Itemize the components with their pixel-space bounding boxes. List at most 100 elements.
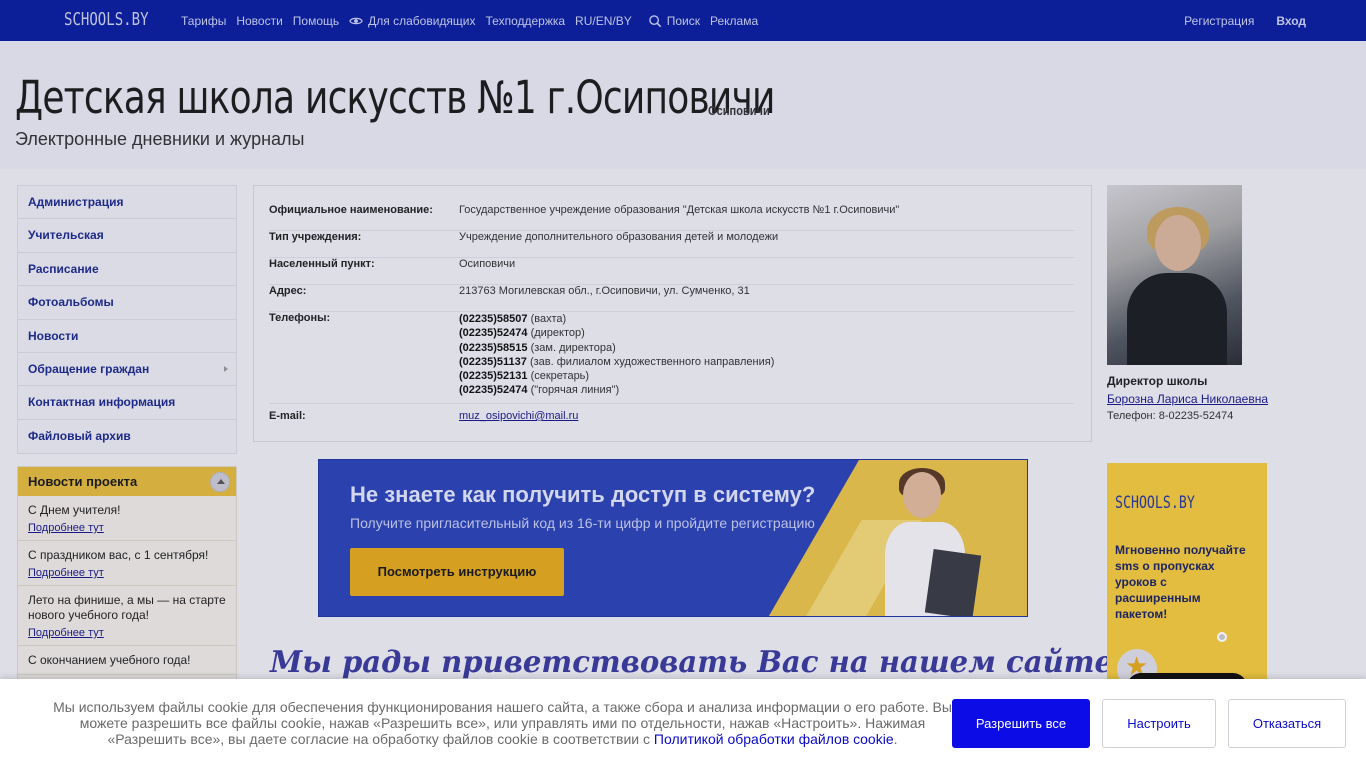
info-label: E-mail: [269,410,306,422]
director-photo [1107,185,1242,365]
nav-search-label: Поиск [666,13,700,28]
sidebar-item-citizen-appeals[interactable]: Обращение граждан [18,353,236,387]
login-link[interactable]: Вход [1276,14,1306,28]
welcome-heading: Мы рады приветствовать Вас на нашем сайт… [270,645,1126,680]
cookie-text-end: . [893,731,898,747]
sidebar-item-news[interactable]: Новости [18,320,236,353]
phone-note: (директор) [527,327,585,340]
nav-language[interactable]: RU/EN/BY [575,14,632,28]
school-header: Детская школа искусств №1 г.Осиповичи Ос… [0,41,1366,169]
top-nav: Тарифы Новости Помощь Для слабовидящих Т… [181,0,768,41]
news-item-title: С Днем учителя! [28,503,121,517]
info-label: Населенный пункт: [269,258,375,270]
nav-support[interactable]: Техподдержка [486,14,566,28]
news-item: Лето на финише, а мы — на старте нового … [18,586,236,646]
phone-entry: (02235)52474 ("горячая линия") [459,383,774,397]
news-more-link[interactable]: Подробнее тут [28,567,226,579]
decline-button[interactable]: Отказаться [1228,699,1346,748]
ad-logo: SCHOOLS.BY [1115,493,1195,513]
sms-ad-banner[interactable]: SCHOOLS.BY Мгновенно получайте sms о про… [1107,463,1267,693]
cookie-text: Мы используем файлы cookie для обеспечен… [50,699,955,747]
sidebar-item-label: Обращение граждан [28,361,150,376]
info-row-locality: Населенный пункт: Осиповичи [269,258,1074,285]
info-value: 213763 Могилевская обл., г.Осиповичи, ул… [459,285,750,297]
nav-ads[interactable]: Реклама [710,14,758,28]
director-name-link[interactable]: Борозна Лариса Николаевна [1107,392,1307,406]
phone-note: (зав. филиалом художественного направлен… [526,355,775,368]
allow-all-button[interactable]: Разрешить все [952,699,1090,748]
news-widget-title: Новости проекта [28,474,138,489]
info-row-phones: Телефоны: (02235)58507 (вахта) (02235)52… [269,312,1074,404]
auth-links: Регистрация Вход [1162,0,1306,41]
collapse-toggle-icon[interactable] [210,472,230,492]
news-item-title: С праздником вас, с 1 сентября! [28,548,209,562]
phone-entry: (02235)58507 (вахта) [459,312,774,326]
phone-note: (секретарь) [527,370,590,383]
cookie-policy-link[interactable]: Политикой обработки файлов cookie [654,731,894,747]
nav-accessibility-label: Для слабовидящих [368,13,476,28]
phone-note: ("горячая линия") [527,384,620,397]
info-row-type: Тип учреждения: Учреждение дополнительно… [269,231,1074,258]
ad-text: Мгновенно получайте sms о пропусках урок… [1115,543,1246,621]
info-value: Учреждение дополнительного образования д… [459,231,779,243]
site-logo[interactable]: SCHOOLS.BY [64,9,149,30]
nav-tariffs[interactable]: Тарифы [181,14,226,28]
cookie-consent-bar: Мы используем файлы cookie для обеспечен… [0,679,1366,768]
page-subtitle: Электронные дневники и журналы [15,129,305,149]
phone-number[interactable]: (02235)52474 [459,327,528,339]
info-row-address: Адрес: 213763 Могилевская обл., г.Осипов… [269,285,1074,312]
news-item: С окончанием учебного года! [18,646,236,675]
sidebar-item-schedule[interactable]: Расписание [18,253,236,287]
nav-accessibility[interactable]: Для слабовидящих [349,13,476,28]
phone-entry: (02235)51137 (зав. филиалом художественн… [459,355,774,369]
info-label: Адрес: [269,285,307,297]
news-widget-header: Новости проекта [18,467,236,496]
info-row-email: E-mail: muz_osipovichi@mail.ru [269,410,1074,434]
news-more-link[interactable]: Подробнее тут [28,522,226,534]
news-item: С Днем учителя! Подробнее тут [18,496,236,541]
phone-number[interactable]: (02235)58515 [459,342,528,354]
news-item-title: Лето на финише, а мы — на старте нового … [28,593,226,622]
news-more-link[interactable]: Подробнее тут [28,627,226,639]
info-row-official-name: Официальное наименование: Государственно… [269,204,1074,231]
sidebar-item-contacts[interactable]: Контактная информация [18,386,236,420]
info-label: Тип учреждения: [269,231,362,243]
register-link[interactable]: Регистрация [1184,14,1254,28]
sidebar-item-photo-albums[interactable]: Фотоальбомы [18,286,236,320]
nav-search[interactable]: Поиск [648,14,700,28]
view-instruction-button[interactable]: Посмотреть инструкцию [350,548,564,596]
sidebar-item-file-archive[interactable]: Файловый архив [18,420,236,453]
sidebar-item-teachers[interactable]: Учительская [18,219,236,253]
phone-entry: (02235)58515 (зам. директора) [459,341,774,355]
nav-news[interactable]: Новости [236,14,282,28]
info-label: Официальное наименование: [269,204,433,216]
news-item-title: С окончанием учебного года! [28,653,191,667]
eye-icon [349,17,363,24]
sidebar-menu: Администрация Учительская Расписание Фот… [17,185,237,455]
phone-number[interactable]: (02235)52131 [459,370,528,382]
info-value: Осиповичи [459,258,516,270]
school-title: Детская школа искусств №1 г.Осиповичи [15,71,775,124]
banner-heading: Не знаете как получить доступ в систему? [350,482,816,507]
school-info-panel: Официальное наименование: Государственно… [253,185,1092,442]
access-instruction-banner[interactable]: Не знаете как получить доступ в систему?… [318,459,1028,617]
search-icon [648,14,661,27]
ad-dot-icon [1217,632,1227,642]
nav-help[interactable]: Помощь [293,14,339,28]
configure-button[interactable]: Настроить [1102,699,1216,748]
news-item: С праздником вас, с 1 сентября! Подробне… [18,541,236,586]
banner-illustration [879,468,982,616]
top-navbar: SCHOOLS.BY Тарифы Новости Помощь Для сла… [0,0,1366,41]
chevron-right-icon [224,365,228,372]
phone-number[interactable]: (02235)51137 [459,356,527,368]
info-label: Телефоны: [269,312,331,324]
sidebar-item-administration[interactable]: Администрация [18,186,236,220]
director-phone: Телефон: 8-02235-52474 [1107,410,1234,422]
director-card: Директор школы Борозна Лариса Николаевна… [1107,185,1307,422]
phone-entry: (02235)52474 (директор) [459,326,774,340]
email-link[interactable]: muz_osipovichi@mail.ru [459,410,578,422]
phone-number[interactable]: (02235)52474 [459,384,528,396]
phone-number[interactable]: (02235)58507 [459,313,528,325]
info-value: Государственное учреждение образования "… [459,204,900,216]
director-role: Директор школы [1107,374,1208,388]
